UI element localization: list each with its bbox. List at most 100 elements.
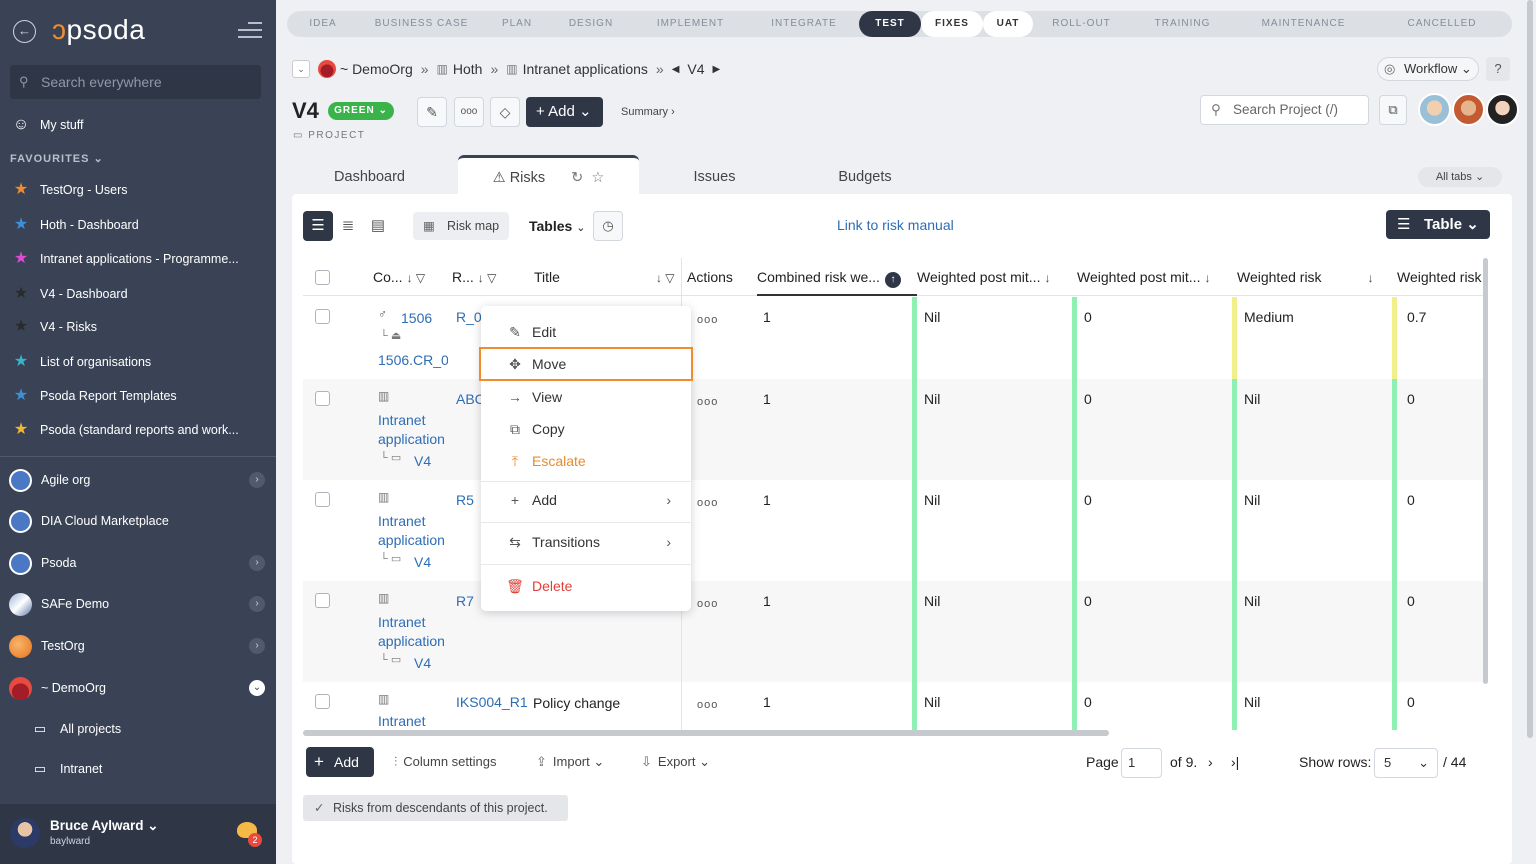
history-button[interactable]: ◷: [593, 211, 623, 241]
export-button[interactable]: ⇩ Export ⌄: [641, 754, 710, 770]
compact-view-icon[interactable]: ≣: [333, 211, 363, 241]
menu-item-delete[interactable]: 🗑 Delete: [481, 571, 691, 601]
next-page-icon[interactable]: ›: [1208, 754, 1213, 770]
tab-risks[interactable]: ⚠ Risks ↻ ☆: [458, 155, 639, 195]
phase-idea[interactable]: IDEA: [287, 11, 359, 37]
tables-dropdown[interactable]: Tables ⌄: [529, 218, 585, 234]
workflow-button[interactable]: ◎ Workflow ⌄: [1377, 57, 1479, 81]
next-arrow-icon[interactable]: ▶: [713, 64, 721, 75]
row-code-link[interactable]: V4: [414, 453, 431, 469]
more-button[interactable]: ooo: [454, 97, 484, 127]
menu-item-move[interactable]: ✥ Move: [479, 347, 693, 381]
page-number-input[interactable]: 1: [1121, 748, 1162, 778]
row-actions-icon[interactable]: ooo: [697, 497, 718, 509]
row-ref-link[interactable]: R5: [456, 492, 474, 508]
chevron-down-icon[interactable]: ⌄: [249, 680, 265, 696]
my-stuff-link[interactable]: ☺ My stuff: [0, 110, 276, 140]
chevron-right-icon[interactable]: ›: [249, 472, 265, 488]
column-header-weighted-risk[interactable]: Weighted risk ↓: [1237, 258, 1387, 296]
refresh-icon[interactable]: ↻: [571, 170, 583, 186]
row-code-link[interactable]: Intranet application: [378, 512, 453, 550]
row-checkbox[interactable]: [315, 391, 330, 406]
fav-intranet-programme[interactable]: ★ Intranet applications - Programme...: [0, 244, 276, 274]
switch-view-button[interactable]: ⧉: [1379, 95, 1407, 125]
row-actions-icon[interactable]: ooo: [697, 699, 718, 711]
column-header-weighted-post-mit-2[interactable]: Weighted post mit... ↓: [1077, 258, 1235, 296]
page-scrollbar[interactable]: [1527, 0, 1533, 738]
add-risk-button[interactable]: + Add: [306, 747, 374, 777]
row-ref-link[interactable]: R7: [456, 593, 474, 609]
phase-plan[interactable]: PLAN: [484, 11, 550, 37]
row-checkbox[interactable]: [315, 593, 330, 608]
org-safe-demo[interactable]: SAFe Demo ›: [0, 586, 276, 622]
descendants-filter-note[interactable]: ✓ Risks from descendants of this project.: [303, 795, 568, 821]
menu-item-view[interactable]: → View: [481, 382, 691, 412]
avatar[interactable]: [1486, 93, 1519, 126]
column-header-code[interactable]: Co... ↓ ▽: [373, 258, 443, 296]
tab-issues[interactable]: Issues: [672, 155, 757, 195]
table-view-button[interactable]: ☰ Table ⌄: [1386, 210, 1490, 239]
row-ref-link[interactable]: ABC: [456, 391, 481, 407]
avatar[interactable]: [1418, 93, 1451, 126]
chevron-right-icon[interactable]: ›: [249, 555, 265, 571]
column-header-combined-risk[interactable]: Combined risk we... ↑: [757, 258, 917, 296]
fav-report-templates[interactable]: ★ Psoda Report Templates: [0, 381, 276, 411]
column-header-title[interactable]: Title ↓ ▽: [534, 258, 679, 296]
menu-item-edit[interactable]: ✎ Edit: [481, 317, 691, 347]
row-checkbox[interactable]: [315, 309, 330, 324]
row-code-link[interactable]: 1506.CR_01: [378, 352, 448, 368]
row-code-link[interactable]: V4: [414, 554, 431, 570]
psoda-logo[interactable]: ↄpsoda: [52, 14, 145, 46]
rows-per-page-select[interactable]: 5 ⌄: [1374, 748, 1438, 778]
row-code-link[interactable]: 1506: [401, 310, 432, 326]
row-actions-icon[interactable]: ooo: [697, 396, 718, 408]
project-search-input[interactable]: ⚲ Search Project (/): [1200, 95, 1369, 125]
chevron-right-icon[interactable]: ›: [249, 596, 265, 612]
dense-view-icon[interactable]: ▤: [363, 211, 393, 241]
row-actions-icon[interactable]: ooo: [697, 598, 718, 610]
chevron-down-icon[interactable]: ⌄: [292, 60, 310, 78]
org-dia-cloud[interactable]: DIA Cloud Marketplace: [0, 503, 276, 539]
column-settings-button[interactable]: ⫶ Column settings: [394, 754, 496, 770]
row-code-link[interactable]: Intranet application: [378, 613, 453, 651]
status-badge[interactable]: GREEN ⌄: [328, 102, 394, 120]
tab-budgets[interactable]: Budgets: [820, 155, 910, 195]
org-psoda[interactable]: Psoda ›: [0, 545, 276, 581]
fav-list-of-organisations[interactable]: ★ List of organisations: [0, 347, 276, 377]
org-agile-org[interactable]: Agile org ›: [0, 462, 276, 498]
back-arrow-icon[interactable]: ←: [13, 20, 36, 43]
tab-dashboard[interactable]: Dashboard: [292, 155, 447, 195]
phase-integrate[interactable]: INTEGRATE: [749, 11, 859, 37]
phase-test[interactable]: TEST: [859, 11, 921, 37]
phase-cancelled[interactable]: CANCELLED: [1372, 11, 1512, 37]
phase-business-case[interactable]: BUSINESS CASE: [359, 11, 484, 37]
column-header-weighted-post-mit-1[interactable]: Weighted post mit... ↓: [917, 258, 1075, 296]
menu-item-copy[interactable]: ⧉ Copy: [481, 414, 691, 444]
phase-maintenance[interactable]: MAINTENANCE: [1235, 11, 1372, 37]
org-testorg[interactable]: TestOrg ›: [0, 628, 276, 664]
phase-design[interactable]: DESIGN: [550, 11, 632, 37]
row-title[interactable]: Policy change: [533, 695, 620, 711]
menu-item-escalate[interactable]: ⤒ Escalate: [481, 446, 691, 476]
user-panel[interactable]: Bruce Aylward ⌄ baylward: [0, 804, 276, 864]
risk-manual-link[interactable]: Link to risk manual: [837, 217, 954, 233]
breadcrumb-programme[interactable]: Hoth: [453, 61, 483, 77]
chevron-right-icon[interactable]: ›: [249, 638, 265, 654]
prev-arrow-icon[interactable]: ◀: [672, 64, 680, 75]
search-everywhere-input[interactable]: ⚲ Search everywhere: [10, 65, 261, 99]
row-ref-link[interactable]: R_01: [456, 309, 481, 325]
favourites-heading[interactable]: FAVOURITES ⌄: [10, 152, 104, 165]
add-button[interactable]: + Add ⌄: [526, 97, 603, 127]
column-header-ref[interactable]: R... ↓ ▽: [452, 258, 522, 296]
menu-item-add[interactable]: + Add ›: [481, 485, 691, 515]
menu-item-transitions[interactable]: ⇆ Transitions ›: [481, 527, 691, 557]
star-icon[interactable]: ☆: [591, 170, 604, 186]
all-projects-link[interactable]: ▭ All projects: [0, 714, 276, 744]
row-actions-icon[interactable]: ooo: [697, 314, 718, 326]
row-checkbox[interactable]: [315, 492, 330, 507]
vertical-scrollbar[interactable]: [1483, 258, 1488, 684]
row-code-link[interactable]: Intranet: [378, 713, 425, 729]
row-code-link[interactable]: Intranet application: [378, 411, 453, 449]
phase-fixes[interactable]: FIXES: [921, 11, 983, 37]
select-all-checkbox[interactable]: [315, 270, 330, 285]
